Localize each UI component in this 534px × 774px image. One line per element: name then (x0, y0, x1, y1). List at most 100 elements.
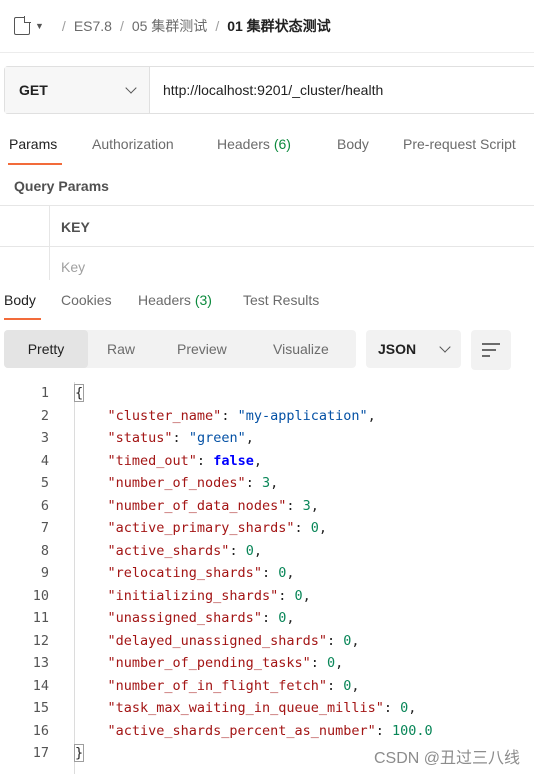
view-preview-button[interactable]: Preview (177, 330, 227, 368)
breadcrumb-item-collection[interactable]: ES7.8 (74, 18, 112, 34)
request-url-bar: GET http://localhost:9201/_cluster/healt… (4, 66, 534, 114)
line-number: 15 (32, 700, 49, 716)
json-key: "relocating_shards" (107, 565, 262, 581)
tab-params[interactable]: Params (9, 136, 57, 152)
code-line: 7 "active_primary_shards": 0, (0, 517, 534, 539)
tab-response-body[interactable]: Body (4, 292, 36, 308)
json-punctuation: , (351, 677, 360, 694)
tab-headers[interactable]: Headers (6) (217, 136, 291, 152)
tab-test-results[interactable]: Test Results (243, 292, 319, 308)
code-line: 8 "active_shards": 0, (0, 540, 534, 562)
tab-response-headers[interactable]: Headers (3) (138, 292, 212, 308)
json-key: "unassigned_shards" (107, 610, 262, 626)
tab-body[interactable]: Body (337, 136, 369, 152)
tab-cookies[interactable]: Cookies (61, 292, 112, 308)
code-line: 2 "cluster_name": "my-application", (0, 405, 534, 427)
table-row: Key (0, 247, 534, 280)
code-line: 1{ (0, 382, 534, 404)
wrap-lines-button[interactable] (471, 330, 511, 370)
json-key: "timed_out" (107, 452, 197, 469)
json-value: 3 (302, 497, 311, 514)
format-select[interactable]: JSON (366, 330, 461, 368)
line-content: "status": "green", (107, 430, 254, 446)
tab-pre-request-script[interactable]: Pre-request Script (403, 136, 516, 152)
url-input[interactable]: http://localhost:9201/_cluster/health (150, 67, 383, 113)
chevron-down-icon (439, 341, 451, 353)
breadcrumb-item-folder[interactable]: 05 集群测试 (132, 16, 207, 36)
line-content: "active_shards_percent_as_number": 100.0 (107, 722, 433, 739)
line-content: "number_of_data_nodes": 3, (107, 497, 319, 514)
view-visualize-button[interactable]: Visualize (273, 330, 329, 368)
breadcrumb-item-request[interactable]: 01 集群状态测试 (227, 16, 330, 36)
collection-icon[interactable] (14, 16, 31, 35)
line-content: "cluster_name": "my-application", (107, 407, 376, 424)
line-content: "relocating_shards": 0, (107, 565, 295, 581)
line-content: "active_shards": 0, (107, 542, 262, 559)
code-line: 14 "number_of_in_flight_fetch": 0, (0, 675, 534, 697)
column-divider (49, 206, 50, 246)
line-content: "timed_out": false, (107, 452, 262, 469)
line-content: "task_max_waiting_in_queue_millis": 0, (107, 700, 417, 716)
view-pretty-button[interactable]: Pretty (4, 330, 88, 368)
json-key: "number_of_data_nodes" (107, 497, 287, 514)
line-number: 7 (40, 520, 49, 536)
query-params-table: KEY Key (0, 205, 534, 280)
line-number: 3 (40, 430, 49, 446)
line-number: 1 (40, 385, 49, 401)
line-number: 6 (40, 497, 49, 514)
json-punctuation: , (335, 655, 344, 671)
json-punctuation: , (286, 565, 295, 581)
json-key: "task_max_waiting_in_queue_millis" (107, 700, 384, 716)
line-number: 12 (32, 632, 49, 649)
json-punctuation: , (408, 700, 417, 716)
json-key: "number_of_in_flight_fetch" (107, 677, 327, 694)
tab-authorization[interactable]: Authorization (92, 136, 174, 152)
json-value: 0 (326, 655, 336, 671)
code-line: 10 "initializing_shards": 0, (0, 585, 534, 607)
caret-down-icon[interactable]: ▼ (35, 21, 44, 31)
line-number: 9 (40, 565, 49, 581)
line-content: } (73, 744, 85, 762)
json-punctuation: , (253, 452, 262, 469)
json-key: "number_of_nodes" (107, 475, 246, 491)
json-key: "initializing_shards" (107, 587, 279, 604)
line-content: "number_of_pending_tasks": 0, (107, 655, 344, 671)
json-key: "active_shards_percent_as_number" (107, 722, 376, 739)
request-tabs: Params Authorization Headers (6) Body Pr… (0, 126, 534, 166)
code-line: 4 "timed_out": false, (0, 450, 534, 472)
breadcrumb: ▼ / ES7.8 / 05 集群测试 / 01 集群状态测试 (0, 0, 534, 52)
query-params-title: Query Params (14, 178, 109, 194)
json-key: "number_of_pending_tasks" (107, 655, 311, 671)
json-key: "cluster_name" (107, 407, 222, 424)
line-content: { (73, 384, 85, 402)
json-value: "green" (188, 430, 246, 446)
json-value: 3 (261, 475, 271, 491)
json-value: false (213, 452, 254, 469)
response-headers-count: (3) (194, 292, 212, 308)
json-value: 100.0 (392, 722, 433, 739)
line-content: "active_primary_shards": 0, (107, 520, 327, 536)
format-label: JSON (378, 341, 417, 357)
line-content: "unassigned_shards": 0, (107, 610, 295, 626)
active-tab-indicator (4, 318, 41, 320)
code-line: 3 "status": "green", (0, 427, 534, 449)
code-line: 12 "delayed_unassigned_shards": 0, (0, 630, 534, 652)
active-tab-indicator (8, 163, 62, 165)
json-key: "delayed_unassigned_shards" (107, 632, 327, 649)
line-number: 2 (40, 407, 49, 424)
line-number: 8 (40, 542, 49, 559)
line-content: "delayed_unassigned_shards": 0, (107, 632, 360, 649)
breadcrumb-separator: / (119, 18, 124, 34)
line-number: 5 (40, 475, 49, 491)
method-select[interactable]: GET (5, 67, 150, 113)
json-punctuation: , (270, 475, 279, 491)
json-value: 0 (310, 520, 319, 536)
column-key-header: KEY (61, 219, 90, 235)
json-brace: { (73, 384, 85, 402)
tab-response-headers-label: Headers (138, 292, 191, 308)
key-input[interactable]: Key (61, 259, 85, 275)
view-raw-button[interactable]: Raw (107, 330, 135, 368)
json-punctuation: , (286, 610, 295, 626)
view-mode-selector: Pretty Raw Preview Visualize (4, 330, 356, 368)
divider (0, 52, 534, 53)
